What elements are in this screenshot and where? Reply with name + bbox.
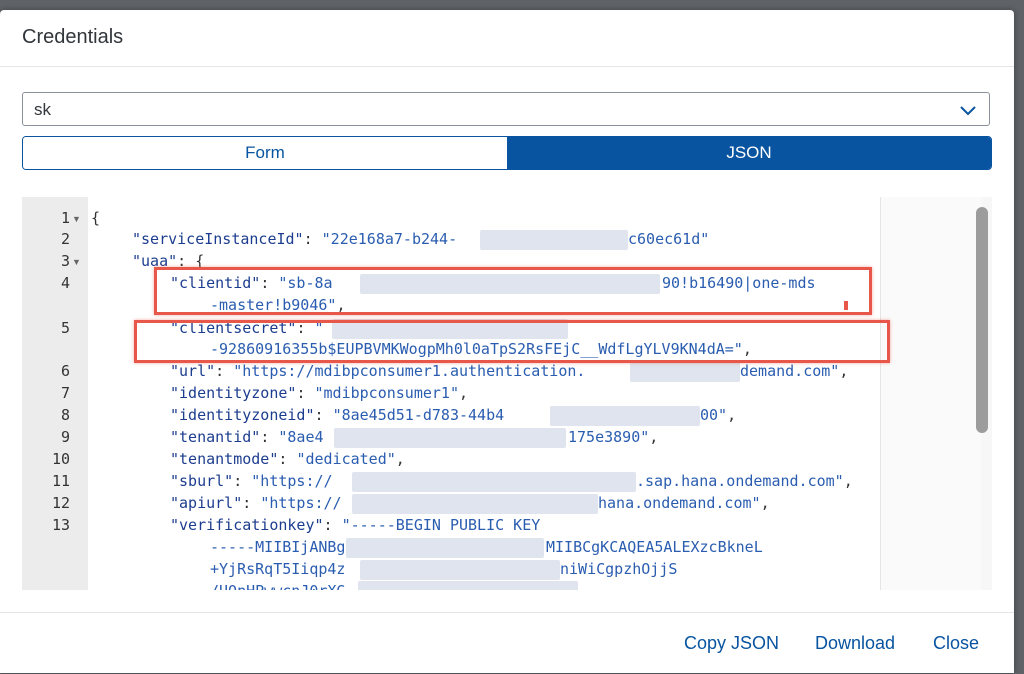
code-line: "tenantmode": "dedicated", [170, 450, 405, 468]
clientsecret-highlight [134, 320, 890, 363]
code-line: "tenantid": "8ae4 [170, 428, 324, 446]
clientid-highlight [154, 267, 872, 315]
code-line: "verificationkey": "-----BEGIN PUBLIC KE… [170, 516, 541, 534]
line-number: 10 [51, 450, 70, 468]
editor-print-margin [880, 197, 981, 590]
code-line: 00", [700, 406, 737, 424]
chevron-down-icon[interactable] [959, 101, 977, 119]
code-line: -----MIIBIjANBg [210, 538, 346, 556]
copy-json-button[interactable]: Copy JSON [684, 633, 779, 654]
redacted-block [334, 428, 566, 448]
line-number: 4 [60, 274, 70, 292]
redacted-block [550, 406, 700, 426]
credentials-dialog: Credentials sk Form JSON 1 2 3 4 5 6 7 8… [0, 10, 1014, 673]
fold-arrow-icon[interactable]: ▼ [72, 257, 81, 267]
code-area[interactable]: { "serviceInstanceId": "22e168a7-b244- c… [88, 197, 880, 590]
tab-json[interactable]: JSON [507, 137, 991, 169]
line-number: 9 [60, 428, 70, 446]
redacted-block [480, 230, 628, 250]
code-line: demand.com", [740, 362, 849, 380]
redacted-block [360, 560, 560, 580]
dialog-footer: Copy JSON Download Close [0, 612, 1014, 674]
code-line: "apiurl": "https:// [170, 494, 342, 512]
close-button[interactable]: Close [933, 633, 979, 654]
dialog-title: Credentials [22, 26, 124, 48]
code-line: "serviceInstanceId": "22e168a7-b244- [132, 230, 458, 248]
code-line: MIIBCgKCAQEA5ALEXzcBkneL [546, 538, 763, 556]
editor-scrollbar[interactable] [976, 207, 988, 433]
view-toggle: Form JSON [22, 136, 992, 170]
line-number: 13 [51, 516, 70, 534]
fold-arrow-icon[interactable]: ▼ [72, 214, 81, 224]
redacted-block [346, 538, 544, 558]
line-number-gutter: 1 2 3 4 5 6 7 8 9 10 11 12 13 ▼ ▼ [22, 197, 88, 590]
code-line: "sburl": "https:// [170, 472, 333, 490]
instance-select[interactable]: sk [22, 92, 990, 126]
redacted-block [358, 581, 578, 590]
code-line: .sap.hana.ondemand.com", [636, 472, 853, 490]
tab-form[interactable]: Form [23, 137, 507, 169]
redacted-block [352, 472, 636, 492]
highlight-marker [844, 301, 848, 310]
code-line: "identityzoneid": "8ae45d51-d783-44b4 [170, 406, 505, 424]
line-number: 12 [51, 494, 70, 512]
code-line: +YjRsRqT5Iiqp4z [210, 560, 346, 578]
redacted-block [630, 362, 740, 382]
line-number: 3 [60, 252, 70, 270]
line-number: 8 [60, 406, 70, 424]
code-line: niWiCgpzhOjjS [560, 560, 678, 578]
code-line: c60ec61d" [628, 230, 710, 248]
json-editor[interactable]: 1 2 3 4 5 6 7 8 9 10 11 12 13 ▼ ▼ { "ser… [22, 197, 992, 590]
line-number: 6 [60, 362, 70, 380]
line-number: 2 [60, 230, 70, 248]
line-number: 7 [60, 384, 70, 402]
code-line: 175e3890", [568, 428, 659, 446]
dialog-header: Credentials [0, 10, 1014, 67]
code-line: hana.ondemand.com", [598, 494, 770, 512]
line-number: 11 [51, 472, 70, 490]
code-line: /UQpHPwwcnJ0rXG [210, 582, 345, 590]
code-line: "url": "https://mdibpconsumer1.authentic… [170, 362, 586, 380]
line-number: 5 [60, 319, 70, 337]
instance-select-value: sk [34, 100, 51, 119]
line-number: 1 [60, 209, 70, 227]
download-button[interactable]: Download [815, 633, 895, 654]
code-line: { [91, 209, 101, 227]
code-line: "identityzone": "mdibpconsumer1", [170, 384, 469, 402]
redacted-block [352, 494, 598, 514]
